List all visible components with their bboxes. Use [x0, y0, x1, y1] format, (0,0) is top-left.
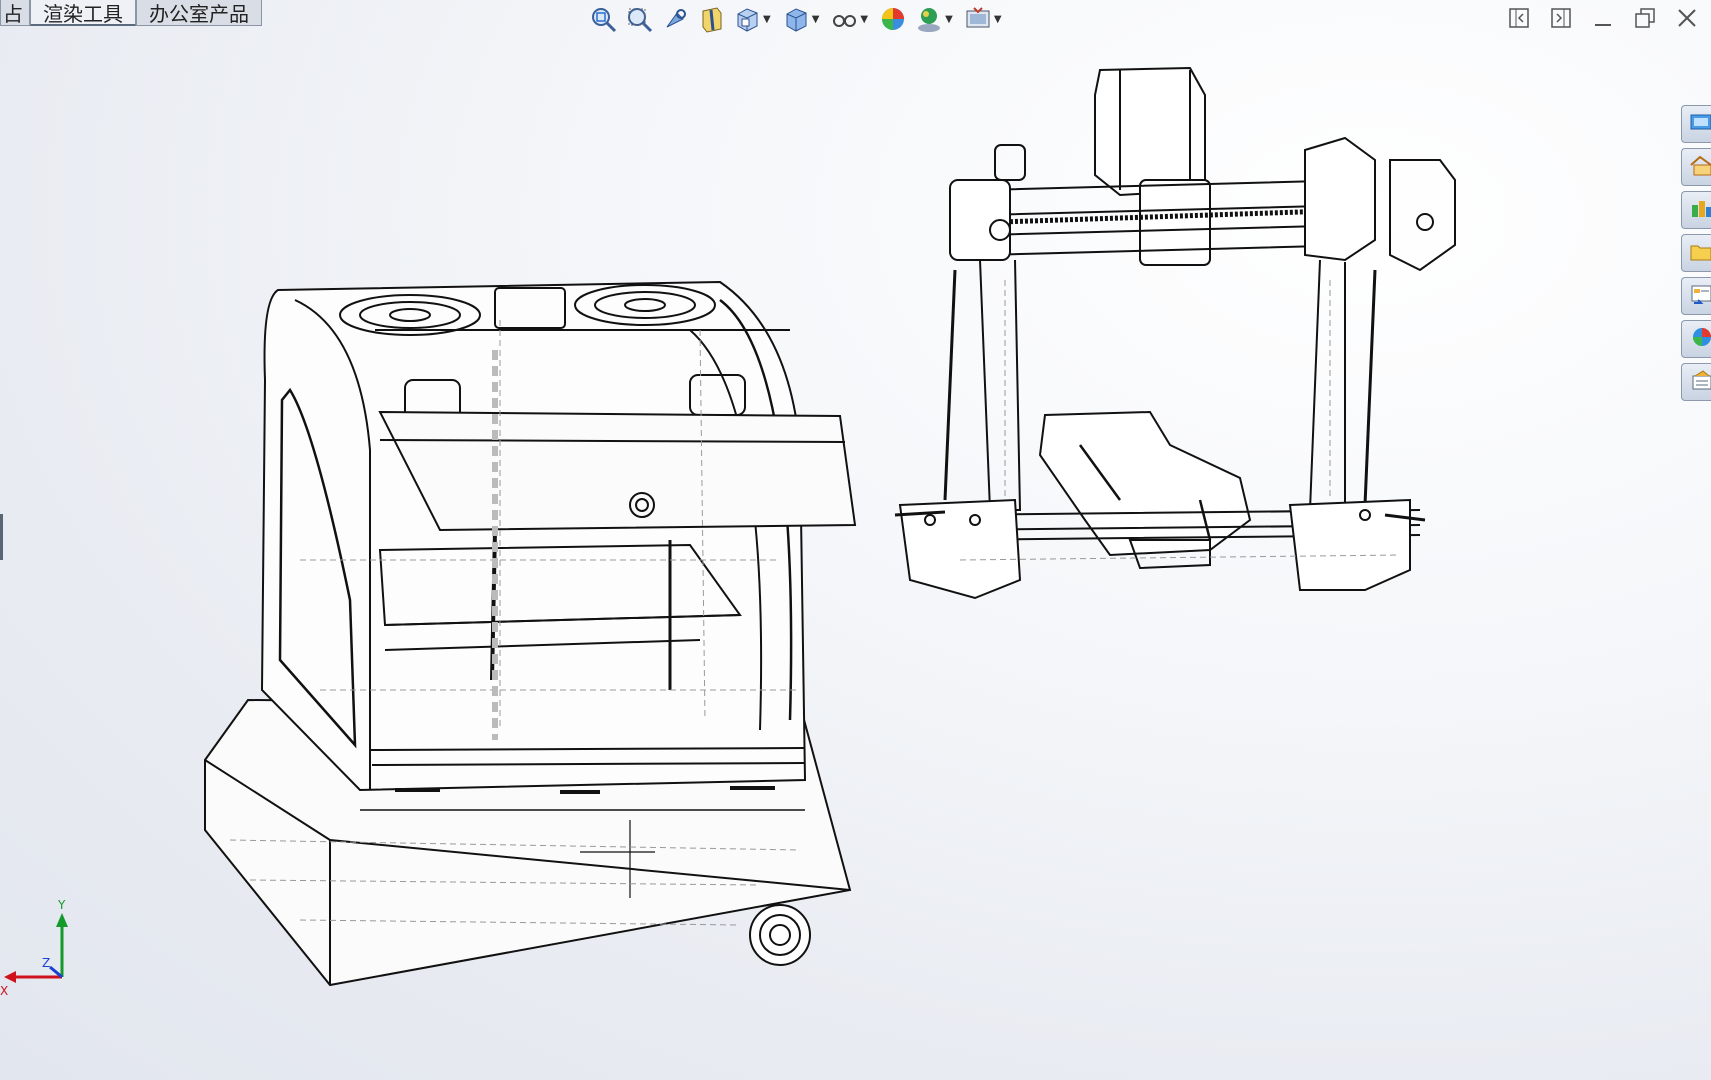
- printer-frame-model: [894, 66, 1456, 600]
- x-axis-arrow: [4, 971, 16, 983]
- y-axis-arrow: [56, 913, 68, 927]
- z-axis-label: Z: [42, 956, 50, 970]
- reference-triad: Y X Z: [0, 898, 68, 998]
- graphics-area-model[interactable]: [0, 0, 1711, 1080]
- x-axis-label: X: [0, 984, 8, 998]
- enclosure-model: [204, 280, 857, 987]
- y-axis-label: Y: [57, 898, 66, 912]
